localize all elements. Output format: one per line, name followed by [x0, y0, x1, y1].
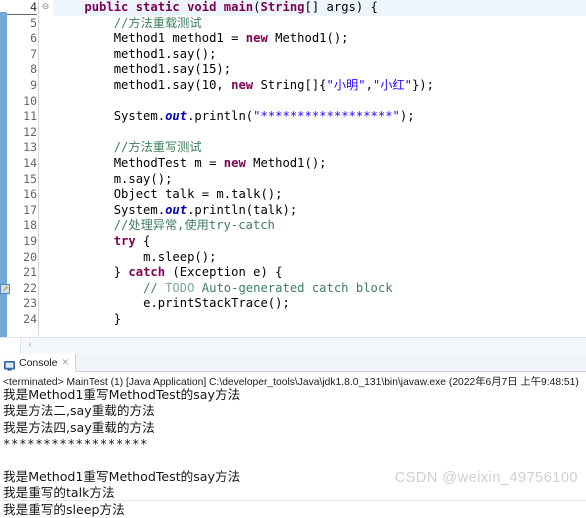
line-number: 11: [23, 109, 37, 124]
console-tab-bar: Console ✕: [0, 354, 586, 372]
csdn-watermark: CSDN @weixin_49756100: [394, 470, 578, 486]
code-line[interactable]: 20 m.sleep();: [0, 250, 586, 266]
line-number: 23: [23, 296, 37, 311]
code-line[interactable]: 15 m.say();: [0, 172, 586, 188]
console-output-line: 我是Method1重写MethodTest的say方法: [3, 387, 241, 402]
code-text: method1.say(15);: [113, 62, 232, 77]
console-output: 我是Method1重写MethodTest的say方法 我是方法二,say重载的方…: [3, 387, 583, 518]
code-text: //方法重载测试: [113, 15, 202, 30]
code-line[interactable]: 6 Method1 method1 = new Method1();: [0, 31, 586, 47]
line-number: 17: [23, 202, 37, 217]
code-line[interactable]: 5 //方法重载测试: [0, 16, 586, 32]
code-line[interactable]: 19 try {: [0, 234, 586, 250]
code-text: e.printStackTrace();: [143, 296, 290, 311]
code-line[interactable]: 13 //方法重写测试: [0, 140, 586, 156]
bottom-divider: [0, 500, 586, 501]
code-text: try {: [113, 233, 151, 248]
editor-horizontal-scrollbar[interactable]: ‹: [0, 337, 586, 354]
code-text: m.say();: [113, 171, 173, 186]
line-number: 20: [23, 249, 37, 264]
console-output-line: 我是方法四,say重载的方法: [3, 419, 155, 435]
line-number: 4: [7, 0, 37, 15]
console-output-line: ******************: [3, 436, 149, 452]
code-text: public static void main(String[] args) {: [84, 0, 378, 14]
line-number: 15: [23, 171, 37, 186]
line-number: 8: [30, 62, 37, 77]
scrollbar-corner: [0, 338, 21, 353]
line-number: 7: [30, 46, 37, 61]
code-editor[interactable]: 4 ⊖ public static void main(String[] args…: [0, 0, 586, 337]
code-text: System.out.println(talk);: [113, 202, 298, 217]
line-number: 5: [30, 15, 37, 30]
console-monitor-icon: [4, 358, 15, 371]
code-line[interactable]: 17 System.out.println(talk);: [0, 203, 586, 219]
code-line[interactable]: 12: [0, 125, 586, 141]
console-output-line: 我是方法二,say重载的方法: [3, 403, 155, 419]
code-line[interactable]: 21 } catch (Exception e) {: [0, 265, 586, 281]
code-text: Method1 method1 = new Method1();: [113, 31, 349, 46]
code-text: m.sleep();: [143, 249, 217, 264]
tab-console[interactable]: Console ✕: [0, 354, 77, 372]
code-line[interactable]: 4 ⊖ public static void main(String[] args…: [0, 0, 586, 16]
code-line[interactable]: 14 MethodTest m = new Method1();: [0, 156, 586, 172]
console-output-line: 我是重写的sleep方法: [3, 501, 125, 517]
line-number: 18: [23, 218, 37, 233]
line-number: 14: [23, 155, 37, 170]
code-text: System.out.println("******************")…: [113, 109, 415, 124]
code-line[interactable]: 10: [0, 94, 586, 110]
line-number: 16: [23, 187, 37, 202]
code-line[interactable]: 24 }: [0, 312, 586, 328]
code-line[interactable]: 22 // TODO Auto-generated catch block: [0, 281, 586, 297]
code-text: //方法重写测试: [113, 140, 202, 155]
code-line[interactable]: 18 //处理异常,使用try-catch: [0, 218, 586, 234]
console-tab-label: Console: [19, 356, 58, 369]
code-line[interactable]: 11 System.out.println("*****************…: [0, 109, 586, 125]
code-line-container[interactable]: 4 ⊖ public static void main(String[] args…: [0, 0, 586, 337]
code-text: } catch (Exception e) {: [113, 265, 283, 280]
code-line[interactable]: 23 e.printStackTrace();: [0, 296, 586, 312]
code-text: }: [113, 311, 122, 326]
eclipse-ide-window: 4 ⊖ public static void main(String[] args…: [0, 0, 586, 517]
line-number: 13: [23, 140, 37, 155]
line-number: 12: [23, 124, 37, 139]
warning-marker-icon[interactable]: [0, 283, 11, 294]
code-line[interactable]: 7 method1.say();: [0, 47, 586, 63]
line-number: 9: [30, 77, 37, 92]
code-line[interactable]: 8 method1.say(15);: [0, 62, 586, 78]
code-line[interactable]: 9 method1.say(10, new String[]{"小明","小红"…: [0, 78, 586, 94]
line-number: 21: [23, 265, 37, 280]
code-text: // TODO Auto-generated catch block: [143, 280, 393, 295]
line-number: 22: [23, 280, 37, 295]
console-terminated-line: <terminated> MainTest (1) [Java Applicat…: [3, 377, 579, 388]
line-number: 24: [23, 311, 37, 326]
code-line[interactable]: 16 Object talk = m.talk();: [0, 187, 586, 203]
line-number: 10: [23, 93, 37, 108]
code-text: MethodTest m = new Method1();: [113, 155, 327, 170]
scroll-left-arrow-icon[interactable]: ‹: [22, 338, 38, 353]
code-text: Object talk = m.talk();: [113, 187, 283, 202]
code-text: method1.say(10, new String[]{"小明","小红"})…: [113, 77, 434, 92]
fold-collapse-icon[interactable]: ⊖: [40, 0, 51, 16]
close-icon[interactable]: ✕: [62, 358, 70, 368]
code-text: method1.say();: [113, 46, 217, 61]
line-number: 6: [30, 31, 37, 46]
code-text: //处理异常,使用try-catch: [113, 218, 275, 233]
line-number: 19: [23, 233, 37, 248]
